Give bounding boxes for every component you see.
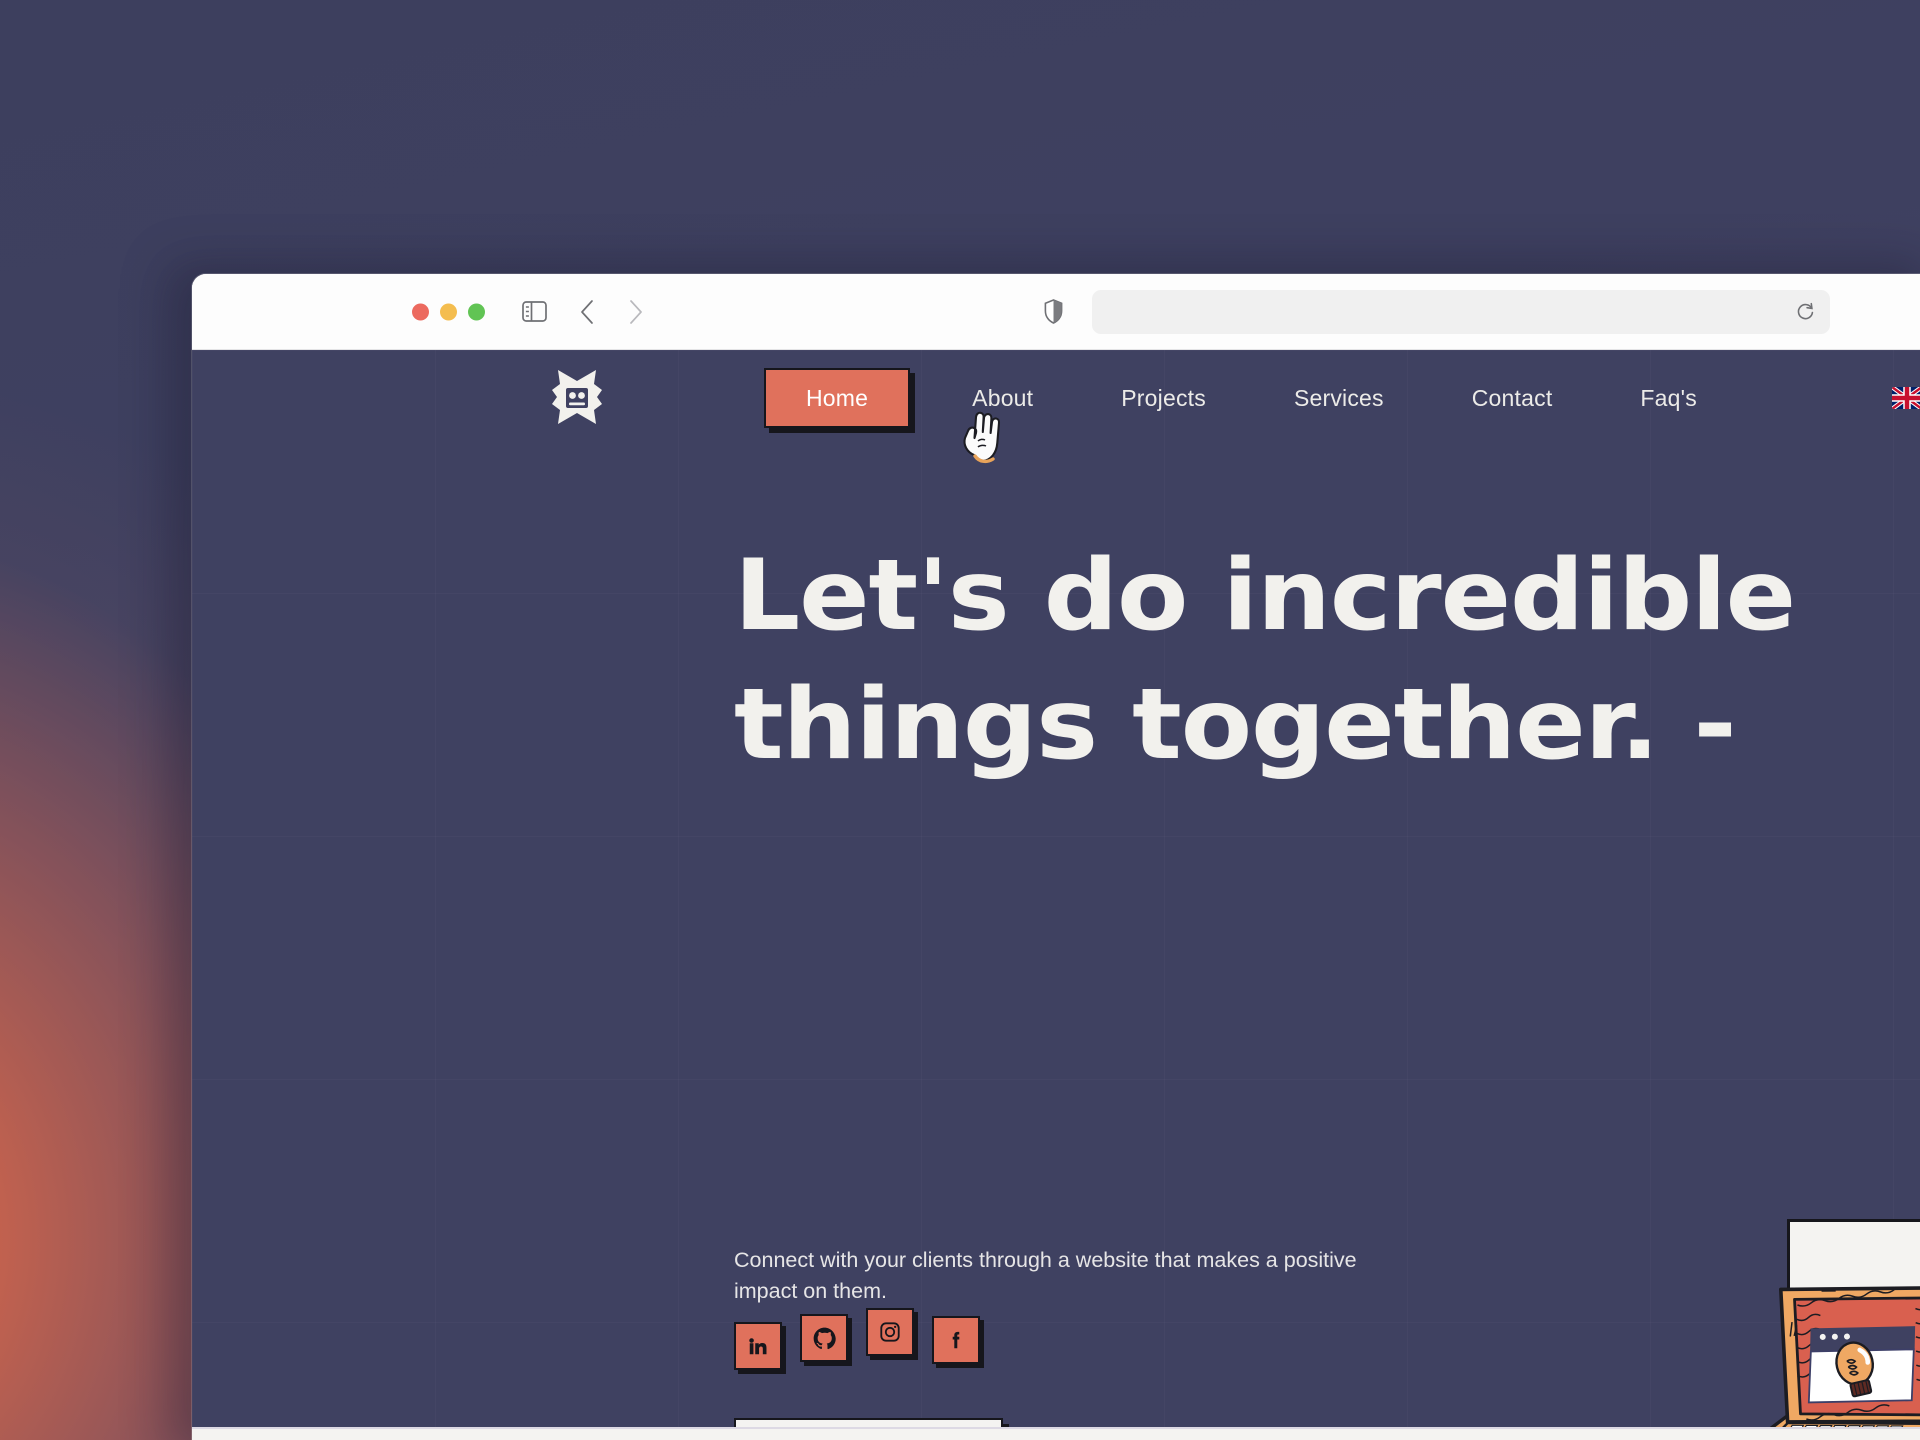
social-links	[734, 1308, 980, 1370]
nav-item-services[interactable]: Services	[1250, 386, 1428, 410]
uk-flag-icon[interactable]	[1892, 387, 1920, 409]
heading-line-2: things together. -	[734, 668, 1737, 783]
browser-toolbar	[192, 274, 1920, 350]
desktop-background: Home About Projects Services Contact Faq…	[0, 0, 1920, 1440]
nav-links: Home About Projects Services Contact Faq…	[762, 350, 1741, 446]
close-window-button[interactable]	[412, 303, 429, 320]
forward-button[interactable]	[622, 297, 648, 327]
reload-icon[interactable]	[1794, 301, 1816, 323]
pointing-hand-cursor	[954, 405, 1008, 467]
instagram-icon[interactable]	[866, 1308, 914, 1356]
laptop-lightbulb-illustration	[1685, 1236, 1920, 1427]
hero-subtitle: Connect with your clients through a webs…	[734, 1248, 1357, 1303]
linkedin-icon[interactable]	[734, 1322, 782, 1370]
discover-more-button[interactable]: Discover More	[734, 1418, 1004, 1427]
web-page: Home About Projects Services Contact Faq…	[192, 350, 1920, 1440]
back-button[interactable]	[574, 297, 600, 327]
minimize-window-button[interactable]	[440, 303, 457, 320]
address-bar[interactable]	[1092, 289, 1830, 334]
sidebar-toggle-icon[interactable]	[519, 297, 549, 327]
maximize-window-button[interactable]	[468, 303, 485, 320]
nav-item-faqs[interactable]: Faq's	[1596, 386, 1741, 410]
nav-item-projects[interactable]: Projects	[1077, 386, 1250, 410]
facebook-icon[interactable]	[932, 1316, 980, 1364]
github-icon[interactable]	[800, 1314, 848, 1362]
nav-item-contact[interactable]: Contact	[1428, 386, 1597, 410]
page-title: Let's do incredible things together. -	[734, 532, 1920, 791]
robot-face-logo[interactable]	[544, 364, 610, 430]
heading-line-1: Let's do incredible	[734, 539, 1796, 653]
browser-window: Home About Projects Services Contact Faq…	[192, 274, 1920, 1440]
site-navigation: Home About Projects Services Contact Faq…	[192, 350, 1920, 464]
hero-section: Home About Projects Services Contact Faq…	[192, 350, 1920, 1429]
nav-item-home-wrapper: Home	[764, 367, 911, 428]
privacy-shield-icon[interactable]	[1040, 297, 1066, 327]
nav-item-home[interactable]: Home	[764, 367, 911, 428]
